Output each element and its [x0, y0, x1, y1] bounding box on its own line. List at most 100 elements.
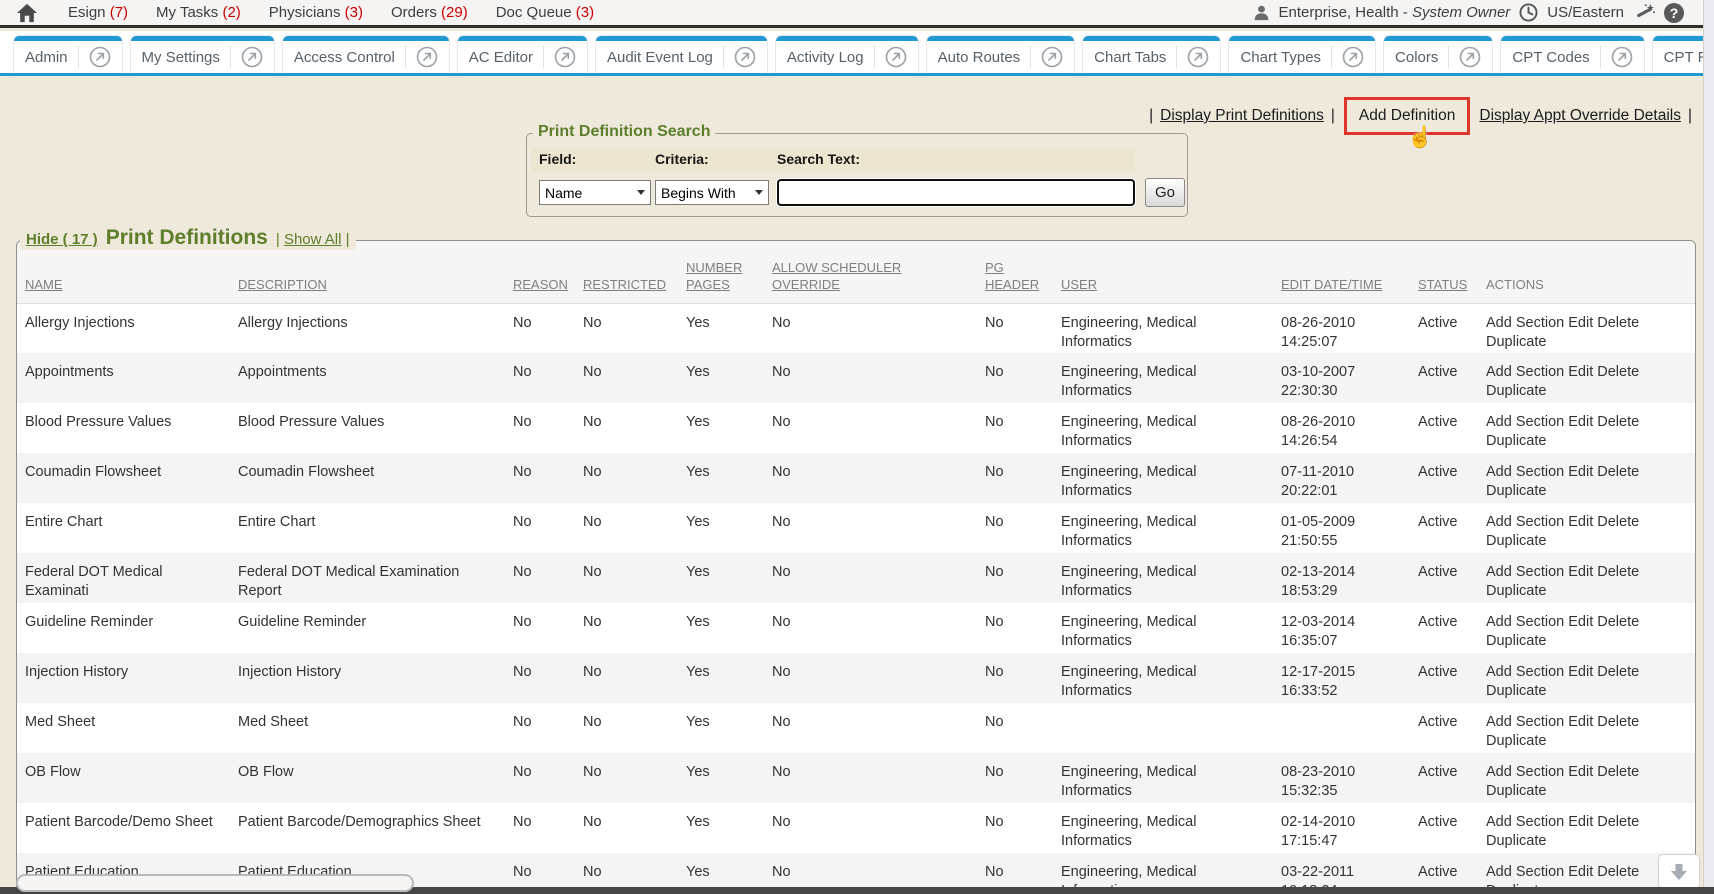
edit-link[interactable]: Edit	[1568, 664, 1593, 680]
add-section-link[interactable]: Add Section	[1486, 514, 1564, 530]
column-header[interactable]: NUMBER PAGES	[678, 241, 764, 303]
edit-link[interactable]: Edit	[1568, 464, 1593, 480]
delete-link[interactable]: Delete	[1597, 414, 1639, 430]
tab[interactable]: Access Control	[283, 36, 449, 73]
hide-link[interactable]: Hide ( 17 )	[26, 231, 98, 248]
edit-link[interactable]: Edit	[1568, 364, 1593, 380]
delete-link[interactable]: Delete	[1597, 764, 1639, 780]
column-header[interactable]: EDIT DATE/TIME	[1273, 241, 1410, 303]
tab[interactable]: Audit Event Log	[596, 36, 767, 73]
add-section-link[interactable]: Add Section	[1486, 414, 1564, 430]
display-print-definitions-link[interactable]: Display Print Definitions	[1160, 107, 1324, 125]
delete-link[interactable]: Delete	[1597, 664, 1639, 680]
delete-link[interactable]: Delete	[1597, 564, 1639, 580]
add-section-link[interactable]: Add Section	[1486, 564, 1564, 580]
delete-link[interactable]: Delete	[1597, 514, 1639, 530]
delete-link[interactable]: Delete	[1597, 315, 1639, 331]
add-section-link[interactable]: Add Section	[1486, 364, 1564, 380]
tab[interactable]: CPT Codes	[1501, 36, 1643, 73]
edit-link[interactable]: Edit	[1568, 315, 1593, 331]
duplicate-link[interactable]: Duplicate	[1486, 583, 1546, 599]
duplicate-link[interactable]: Duplicate	[1486, 383, 1546, 399]
column-header[interactable]: PG HEADER	[977, 241, 1053, 303]
tab[interactable]: AC Editor	[458, 36, 587, 73]
edit-link[interactable]: Edit	[1568, 714, 1593, 730]
edit-link[interactable]: Edit	[1568, 514, 1593, 530]
delete-link[interactable]: Delete	[1597, 814, 1639, 830]
open-in-window-icon[interactable]	[1342, 46, 1364, 68]
open-in-window-icon[interactable]	[416, 46, 438, 68]
delete-link[interactable]: Delete	[1597, 364, 1639, 380]
open-in-window-icon[interactable]	[885, 46, 907, 68]
edit-link[interactable]: Edit	[1568, 864, 1593, 880]
delete-link[interactable]: Delete	[1597, 614, 1639, 630]
top-nav-item[interactable]: Esign (7)	[68, 4, 128, 21]
column-header[interactable]: REASON	[505, 241, 575, 303]
timezone-label[interactable]: US/Eastern	[1547, 4, 1624, 21]
criteria-select[interactable]: Begins With	[655, 180, 769, 205]
tab[interactable]: Chart Types	[1229, 36, 1375, 73]
column-header[interactable]: STATUS	[1410, 241, 1478, 303]
open-in-window-icon[interactable]	[554, 46, 576, 68]
column-header[interactable]: ACTIONS	[1478, 241, 1695, 303]
column-header[interactable]: NAME	[17, 241, 230, 303]
add-section-link[interactable]: Add Section	[1486, 814, 1564, 830]
display-appt-override-details-link[interactable]: Display Appt Override Details	[1479, 107, 1681, 125]
column-header[interactable]: RESTRICTED	[575, 241, 678, 303]
add-section-link[interactable]: Add Section	[1486, 864, 1564, 880]
horizontal-scrollbar-thumb[interactable]	[16, 874, 414, 892]
field-select[interactable]: Name	[539, 180, 651, 205]
add-section-link[interactable]: Add Section	[1486, 764, 1564, 780]
open-in-window-icon[interactable]	[1187, 46, 1209, 68]
open-in-window-icon[interactable]	[89, 46, 111, 68]
clock-icon[interactable]	[1519, 3, 1538, 22]
open-in-window-icon[interactable]	[1611, 46, 1633, 68]
add-section-link[interactable]: Add Section	[1486, 315, 1564, 331]
top-nav-item[interactable]: Orders (29)	[391, 4, 468, 21]
column-header[interactable]: USER	[1053, 241, 1273, 303]
duplicate-link[interactable]: Duplicate	[1486, 533, 1546, 549]
home-icon[interactable]	[16, 3, 38, 23]
duplicate-link[interactable]: Duplicate	[1486, 683, 1546, 699]
add-section-link[interactable]: Add Section	[1486, 614, 1564, 630]
duplicate-link[interactable]: Duplicate	[1486, 483, 1546, 499]
duplicate-link[interactable]: Duplicate	[1486, 334, 1546, 350]
tab[interactable]: Colors	[1384, 36, 1492, 73]
duplicate-link[interactable]: Duplicate	[1486, 833, 1546, 849]
go-button[interactable]: Go	[1145, 178, 1185, 207]
open-in-window-icon[interactable]	[734, 46, 756, 68]
column-header[interactable]: DESCRIPTION	[230, 241, 505, 303]
add-definition-link-highlighted[interactable]: Add Definition ☝	[1344, 97, 1471, 135]
edit-link[interactable]: Edit	[1568, 414, 1593, 430]
open-in-window-icon[interactable]	[241, 46, 263, 68]
edit-link[interactable]: Edit	[1568, 764, 1593, 780]
edit-link[interactable]: Edit	[1568, 814, 1593, 830]
delete-link[interactable]: Delete	[1597, 464, 1639, 480]
tab[interactable]: Admin	[14, 36, 122, 73]
edit-link[interactable]: Edit	[1568, 564, 1593, 580]
tab[interactable]: My Settings	[131, 36, 274, 73]
add-section-link[interactable]: Add Section	[1486, 714, 1564, 730]
help-icon[interactable]: ?	[1664, 3, 1684, 23]
search-text-input[interactable]	[777, 179, 1135, 206]
duplicate-link[interactable]: Duplicate	[1486, 633, 1546, 649]
magic-wand-icon[interactable]	[1633, 3, 1655, 23]
edit-link[interactable]: Edit	[1568, 614, 1593, 630]
tab[interactable]: Activity Log	[776, 36, 918, 73]
top-nav-item[interactable]: Physicians (3)	[269, 4, 363, 21]
vertical-scrollbar[interactable]	[1703, 0, 1714, 894]
column-header[interactable]: ALLOW SCHEDULER OVERRIDE	[764, 241, 977, 303]
delete-link[interactable]: Delete	[1597, 714, 1639, 730]
tab[interactable]: Chart Tabs	[1083, 36, 1220, 73]
tab[interactable]: Auto Routes	[927, 36, 1075, 73]
duplicate-link[interactable]: Duplicate	[1486, 433, 1546, 449]
delete-link[interactable]: Delete	[1597, 864, 1639, 880]
open-in-window-icon[interactable]	[1041, 46, 1063, 68]
more-tabs-button[interactable]	[1658, 854, 1700, 889]
top-nav-item[interactable]: Doc Queue (3)	[496, 4, 594, 21]
add-section-link[interactable]: Add Section	[1486, 664, 1564, 680]
duplicate-link[interactable]: Duplicate	[1486, 783, 1546, 799]
open-in-window-icon[interactable]	[1459, 46, 1481, 68]
top-nav-item[interactable]: My Tasks (2)	[156, 4, 241, 21]
show-all-link[interactable]: Show All	[284, 231, 342, 248]
